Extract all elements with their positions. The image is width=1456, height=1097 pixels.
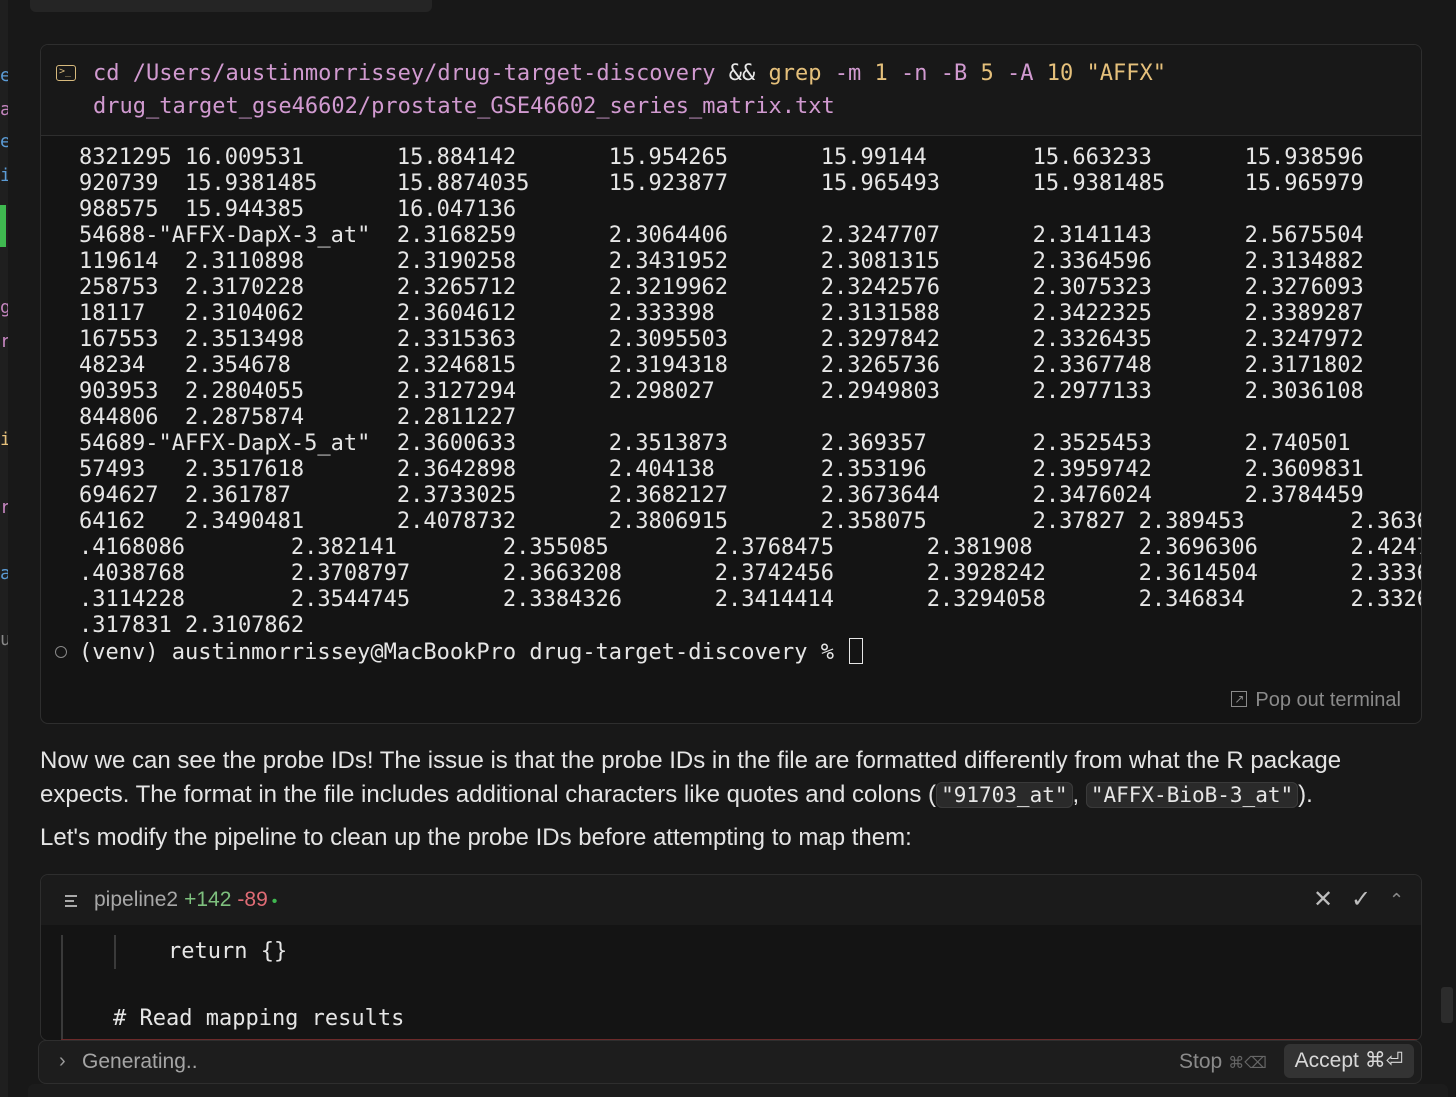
- gutter-char: a: [0, 564, 8, 584]
- expand-chevron-icon[interactable]: ›: [59, 1049, 66, 1073]
- terminal-prompt[interactable]: (venv) austinmorrissey@MacBookPro drug-t…: [79, 638, 864, 666]
- accept-button[interactable]: Accept ⌘⏎: [1284, 1044, 1414, 1078]
- output-line: .4038768 2.3708797 2.3663208 2.3742456 2…: [79, 561, 1422, 586]
- output-line: 844806 2.2875874 2.2811227: [79, 405, 517, 430]
- scrollbar-thumb[interactable]: [1441, 987, 1453, 1023]
- gutter-added-marker: [0, 205, 6, 247]
- lines-removed-count: -89: [237, 888, 268, 911]
- lines-added-count: +142: [184, 888, 232, 911]
- gutter-char: g: [0, 298, 8, 318]
- output-line: 119614 2.3110898 2.3190258 2.3431952 2.3…: [79, 249, 1364, 274]
- output-line: 258753 2.3170228 2.3265712 2.3219962 2.3…: [79, 275, 1364, 300]
- gutter-char: e: [0, 132, 8, 152]
- assistant-message-paragraph: Now we can see the probe IDs! The issue …: [40, 744, 1420, 812]
- terminal-command-header: >_ cd /Users/austinmorrissey/drug-target…: [41, 45, 1421, 136]
- diff-header[interactable]: pipeline2 +142 -89 • ✕ ✓ ⌃: [41, 875, 1421, 925]
- editor-gutter: e a e i g r i r a u: [0, 0, 8, 1097]
- gutter-char: e: [0, 66, 8, 86]
- cmd-pattern: "AFFX": [1086, 61, 1167, 86]
- pop-out-terminal-button[interactable]: Pop out terminal: [1231, 687, 1401, 712]
- terminal-block: >_ cd /Users/austinmorrissey/drug-target…: [40, 44, 1422, 724]
- prompt-status-icon: [55, 646, 67, 658]
- gutter-char: r: [0, 332, 8, 352]
- inline-code: "91703_at": [936, 782, 1073, 808]
- output-line: 54688-"AFFX-DapX-3_at" 2.3168259 2.30644…: [79, 223, 1364, 248]
- cmd-cd: cd: [93, 61, 120, 86]
- prompt-text: (venv) austinmorrissey@MacBookPro drug-t…: [79, 640, 834, 665]
- output-line: .4168086 2.382141 2.355085 2.3768475 2.3…: [79, 535, 1422, 560]
- code-line: # Read mapping results: [113, 1006, 405, 1031]
- message-text: ).: [1298, 781, 1313, 808]
- generating-status-bar: › Generating.. Stop ⌘⌫ Accept ⌘⏎: [38, 1040, 1422, 1084]
- cmd-flag: -B: [940, 61, 968, 86]
- cmd-num: 10: [1046, 61, 1074, 86]
- output-line: 64162 2.3490481 2.4078732 2.3806915 2.35…: [79, 509, 1422, 534]
- output-line: 903953 2.2804055 2.3127294 2.298027 2.29…: [79, 379, 1364, 404]
- expand-collapse-icon[interactable]: ⌃: [1389, 887, 1404, 913]
- code-diff-block: pipeline2 +142 -89 • ✕ ✓ ⌃ return {} # Read…: [40, 874, 1422, 1041]
- gutter-char: r: [0, 498, 8, 518]
- pop-out-label: Pop out terminal: [1255, 689, 1401, 711]
- terminal-cursor: [849, 638, 864, 664]
- cmd-num: 5: [980, 61, 994, 86]
- cmd-num: 1: [874, 61, 888, 86]
- inline-code: "AFFX-BioB-3_at": [1085, 782, 1299, 808]
- diff-title: pipeline2 +142 -89 •: [94, 887, 277, 915]
- output-line: 694627 2.361787 2.3733025 2.3682127 2.36…: [79, 483, 1364, 508]
- output-line: 48234 2.354678 2.3246815 2.3194318 2.326…: [79, 353, 1364, 378]
- terminal-output: 8321295 16.009531 15.884142 15.954265 15…: [79, 145, 1422, 639]
- cmd-flag: -A: [1007, 61, 1034, 86]
- file-lines-icon: [65, 895, 77, 910]
- indent-guide: [114, 935, 116, 969]
- message-text: ,: [1072, 781, 1086, 808]
- output-line: 54689-"AFFX-DapX-5_at" 2.3600633 2.35138…: [79, 431, 1351, 456]
- unsaved-dot-icon: •: [271, 893, 278, 910]
- output-line: 18117 2.3104062 2.3604612 2.333398 2.313…: [79, 301, 1364, 326]
- generating-label: Generating..: [82, 1050, 198, 1073]
- output-line: .317831 2.3107862: [79, 613, 305, 638]
- cmd-file-path: drug_target_gse46602/prostate_GSE46602_s…: [93, 94, 835, 119]
- cmd-flag: -n: [901, 61, 928, 86]
- terminal-command: cd /Users/austinmorrissey/drug-target-di…: [93, 57, 1193, 123]
- indent-guide: [61, 935, 63, 1040]
- stop-button[interactable]: Stop ⌘⌫: [1179, 1049, 1267, 1077]
- gutter-char: i: [0, 430, 8, 450]
- cmd-grep: grep: [768, 61, 822, 86]
- top-tab-fragment: [30, 0, 432, 12]
- code-line: return {}: [168, 939, 288, 964]
- stop-label: Stop: [1179, 1050, 1223, 1073]
- cmd-flag: -m: [834, 61, 862, 86]
- output-line: 57493 2.3517618 2.3642898 2.404138 2.353…: [79, 457, 1364, 482]
- reject-diff-button[interactable]: ✕: [1313, 887, 1333, 913]
- chat-input-edge: [28, 1084, 1448, 1097]
- diff-file-name: pipeline2: [94, 888, 179, 911]
- assistant-message-paragraph: Let's modify the pipeline to clean up th…: [40, 824, 912, 851]
- gutter-char: i: [0, 166, 8, 186]
- stop-shortcut: ⌘⌫: [1228, 1055, 1267, 1072]
- accept-diff-button[interactable]: ✓: [1351, 887, 1371, 913]
- output-line: .3114228 2.3544745 2.3384326 2.3414414 2…: [79, 587, 1422, 612]
- diff-code-area[interactable]: return {} # Read mapping results: [41, 925, 1421, 1040]
- output-line: 920739 15.9381485 15.8874035 15.923877 1…: [79, 171, 1364, 196]
- terminal-icon: >_: [56, 65, 76, 81]
- output-line: 8321295 16.009531 15.884142 15.954265 15…: [79, 145, 1364, 170]
- cmd-path: /Users/austinmorrissey/drug-target-disco…: [132, 61, 716, 86]
- gutter-char: u: [0, 630, 8, 650]
- pop-out-icon: [1231, 687, 1248, 711]
- output-line: 167553 2.3513498 2.3315363 2.3095503 2.3…: [79, 327, 1364, 352]
- output-line: 988575 15.944385 16.047136: [79, 197, 517, 222]
- cmd-and: &&: [728, 61, 756, 86]
- gutter-char: a: [0, 100, 8, 120]
